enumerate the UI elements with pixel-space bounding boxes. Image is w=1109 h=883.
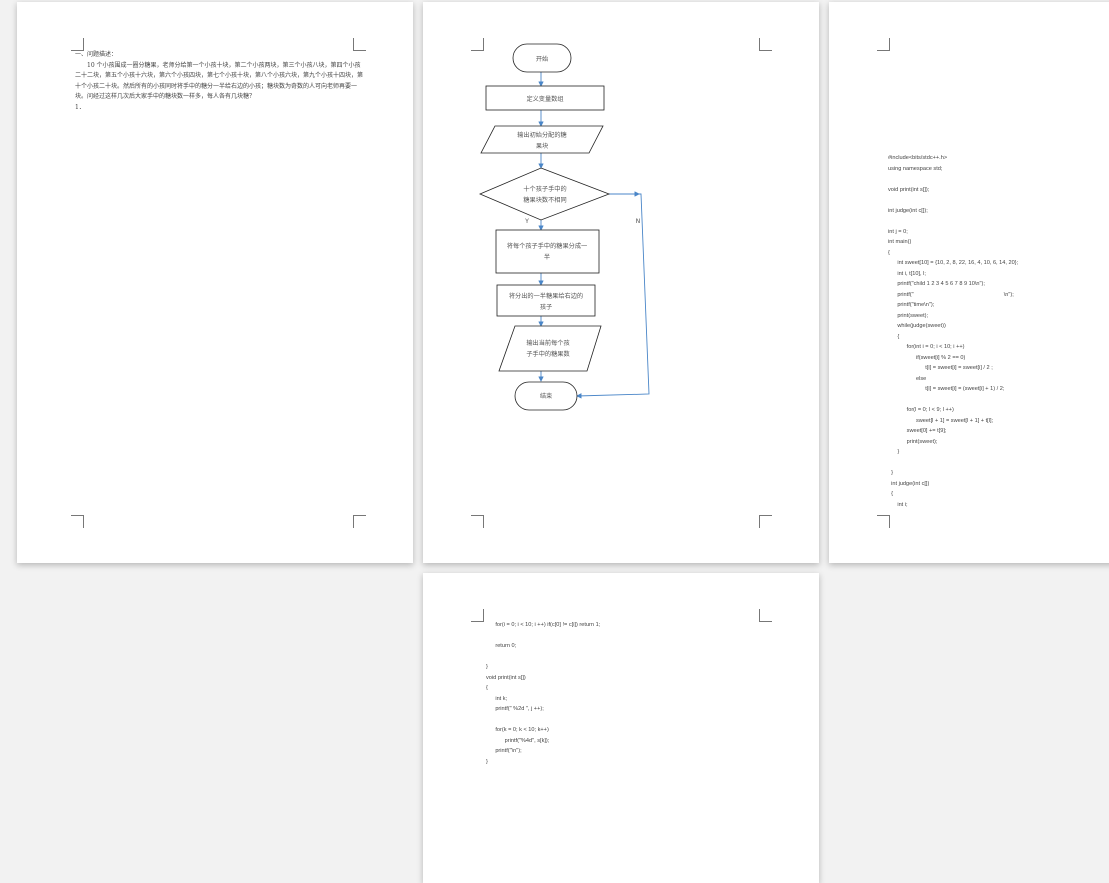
code-line: sweet[l + 1] = sweet[l + 1] + t[l]; (888, 417, 994, 424)
code-line: } (888, 449, 900, 455)
give-process (496, 284, 596, 317)
code-line: if(sweet[i] % 2 == 0) (888, 354, 966, 361)
code-block-page-3: #include<bits/stdc++.h> using namespace s… (888, 153, 1018, 510)
code-line: t[i] = sweet[i] = sweet[i] / 2 ; (888, 365, 993, 371)
decision-diamond (478, 167, 611, 221)
code-line: int judge(int c[]) (888, 480, 930, 487)
output-current-label-2: 子手中的糖果数 (526, 350, 570, 358)
split-process (495, 229, 600, 274)
code-line: int i; (888, 501, 908, 508)
code-line: for(i = 0; i < 10; i ++) if(c[0] != c[i]… (486, 622, 601, 628)
list-item: 1． (75, 103, 85, 111)
code-line: for(int i = 0; i < 10; i ++) (888, 344, 965, 350)
document-page-3: #include<bits/stdc++.h> using namespace s… (829, 2, 1109, 563)
code-line: int judge(int c[]); (888, 207, 928, 214)
code-line: t[i] = sweet[i] = (sweet[i] + 1) / 2; (888, 386, 1005, 392)
document-page-1: 一、问题描述： 10 个小孩围成一圈分糖果，老师分给第一个小孩十块，第二个小孩两… (17, 2, 413, 563)
end-label: 结束 (540, 392, 552, 400)
code-line: print(sweet); (888, 438, 938, 445)
code-line: printf(" \n"); (888, 291, 1014, 298)
section-heading: 一、问题描述： (75, 51, 118, 58)
code-line: for(k = 0; k < 10; k++) (486, 727, 549, 733)
code-line: sweet[0] += t[9]; (888, 428, 947, 434)
crop-mark (877, 38, 890, 51)
code-line: int i, t[10], l; (888, 270, 926, 277)
decision-label-2: 糖果块数不相同 (523, 196, 566, 204)
code-line: return 0; (486, 643, 517, 649)
code-line: print(sweet); (888, 312, 929, 319)
crop-mark (71, 515, 84, 528)
output-initial-label-1: 输出初始分配的糖 (517, 131, 567, 139)
document-page-4: for(i = 0; i < 10; i ++) if(c[0] != c[i]… (423, 573, 819, 883)
crop-mark (759, 609, 772, 622)
code-block-page-4: for(i = 0; i < 10; i ++) if(c[0] != c[i]… (486, 620, 600, 767)
code-line: int main() (888, 239, 912, 245)
code-line: void print(int s[]); (888, 186, 930, 193)
problem-paragraph: 10 个小孩围成一圈分糖果，老师分给第一个小孩十块，第二个小孩两块，第三个小孩八… (75, 61, 364, 101)
give-label-1: 将分出的一半糖果给右边的 (509, 292, 583, 300)
code-line: } (888, 470, 893, 476)
yes-label: Y (524, 218, 529, 225)
code-line: int k; (486, 695, 508, 702)
code-line: int j = 0; (888, 228, 908, 235)
code-line: printf("\n"); (486, 748, 522, 754)
code-line: using namespace std; (888, 165, 943, 172)
code-line: } (486, 664, 488, 670)
code-line: { (486, 685, 488, 691)
code-line: { (888, 249, 890, 256)
code-line: void print(int s[]) (486, 674, 526, 681)
problem-description: 一、问题描述： 10 个小孩围成一圈分糖果，老师分给第一个小孩十块，第二个小孩两… (75, 50, 363, 113)
split-label-2: 半 (544, 253, 550, 261)
crop-mark (471, 609, 484, 622)
code-line: while(judge(sweet)) (888, 323, 946, 329)
code-line: for(l = 0; l < 9; l ++) (888, 407, 954, 413)
crop-mark (877, 515, 890, 528)
code-line: else (888, 375, 927, 382)
code-line: { (888, 333, 900, 340)
document-page-2: 开始 定义变量数组 输出初始分配的糖 果块 十个孩子手中的 糖果块数不相同 将每… (423, 2, 819, 563)
output-initial-label-2: 果块 (536, 142, 548, 150)
code-line: printf(" %2d ", j ++); (486, 706, 544, 712)
code-line: printf("child 1 2 3 4 5 6 7 8 9 10\n"); (888, 281, 985, 287)
define-label: 定义变量数组 (526, 95, 563, 103)
code-line: printf("%4d", s[k]); (486, 737, 550, 744)
crop-mark (353, 515, 366, 528)
decision-label-1: 十个孩子手中的 (523, 185, 566, 193)
code-line: printf("time\n"); (888, 302, 935, 308)
no-label: N (636, 218, 641, 225)
give-label-2: 孩子 (540, 303, 552, 311)
code-line: { (888, 491, 893, 497)
flowchart: 开始 定义变量数组 输出初始分配的糖 果块 十个孩子手中的 糖果块数不相同 将每… (478, 43, 650, 411)
code-line: #include<bits/stdc++.h> (888, 155, 948, 161)
split-label-1: 将每个孩子手中的糖果分成一 (507, 242, 587, 250)
output-current-label-1: 输出当前每个孩 (526, 339, 569, 347)
output-current-io (498, 325, 602, 372)
start-label: 开始 (536, 55, 548, 63)
code-line: } (486, 758, 488, 765)
code-line: int sweet[10] = {10, 2, 8, 22, 16, 4, 10… (888, 260, 1019, 266)
